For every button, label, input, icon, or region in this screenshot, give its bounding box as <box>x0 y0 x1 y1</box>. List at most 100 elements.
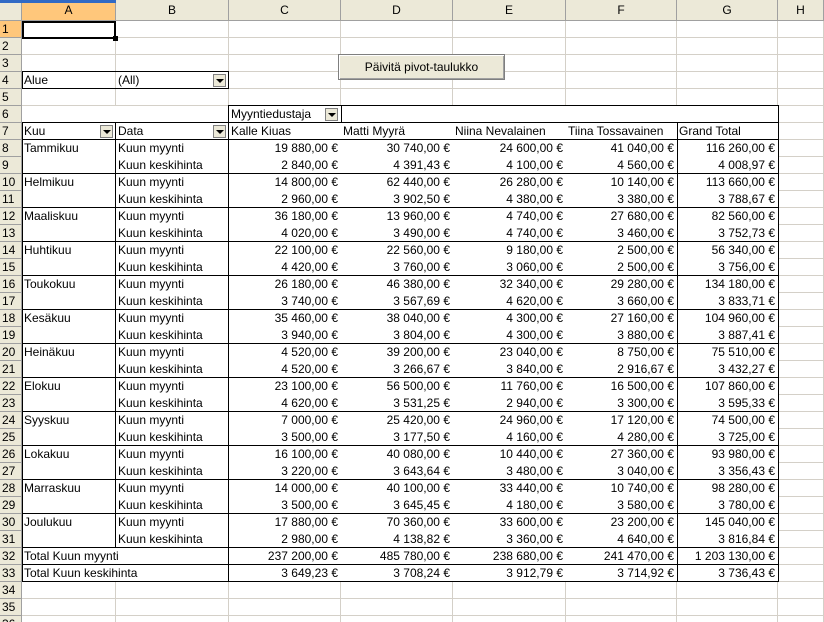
row-header-12[interactable]: 12 <box>0 208 22 225</box>
sales-value[interactable]: 40 100,00 € <box>341 480 453 497</box>
total-value[interactable]: 238 680,00 € <box>453 548 566 565</box>
month-label[interactable]: Elokuu <box>22 378 116 395</box>
data-label-avg[interactable]: Kuun keskihinta <box>116 463 229 480</box>
row-header-6[interactable]: 6 <box>0 106 22 123</box>
sales-value[interactable]: 134 180,00 € <box>677 276 778 293</box>
sales-value[interactable]: 17 880,00 € <box>229 514 341 531</box>
sales-value[interactable]: 23 100,00 € <box>229 378 341 395</box>
avg-value[interactable]: 3 940,00 € <box>229 327 341 344</box>
data-label-avg[interactable]: Kuun keskihinta <box>116 157 229 174</box>
avg-value[interactable]: 3 580,00 € <box>566 497 677 514</box>
sales-value[interactable]: 24 600,00 € <box>453 140 566 157</box>
data-label-avg[interactable]: Kuun keskihinta <box>116 293 229 310</box>
sales-value[interactable]: 70 360,00 € <box>341 514 453 531</box>
avg-value[interactable]: 3 780,00 € <box>677 497 778 514</box>
month-label[interactable]: Tammikuu <box>22 140 116 157</box>
avg-value[interactable]: 3 380,00 € <box>566 191 677 208</box>
sales-value[interactable]: 16 500,00 € <box>566 378 677 395</box>
sales-value[interactable]: 56 500,00 € <box>341 378 453 395</box>
column-header-f[interactable]: F <box>566 0 677 21</box>
row-header-9[interactable]: 9 <box>0 157 22 174</box>
data-label-avg[interactable]: Kuun keskihinta <box>116 259 229 276</box>
total-value[interactable]: 3 708,24 € <box>341 565 453 582</box>
avg-value[interactable]: 3 760,00 € <box>341 259 453 276</box>
refresh-pivot-button[interactable]: Päivitä pivot-taulukko <box>338 54 505 80</box>
data-label-avg[interactable]: Kuun keskihinta <box>116 429 229 446</box>
avg-value[interactable]: 4 560,00 € <box>566 157 677 174</box>
avg-value[interactable]: 4 740,00 € <box>453 225 566 242</box>
page-field-dropdown[interactable] <box>213 74 226 87</box>
data-label-sales[interactable]: Kuun myynti <box>116 446 229 463</box>
row-header-31[interactable]: 31 <box>0 531 22 548</box>
row-header-17[interactable]: 17 <box>0 293 22 310</box>
month-label[interactable]: Syyskuu <box>22 412 116 429</box>
active-cell[interactable] <box>22 21 118 41</box>
avg-value[interactable]: 3 643,64 € <box>341 463 453 480</box>
salesperson-header[interactable]: Grand Total <box>677 123 778 140</box>
row-header-35[interactable]: 35 <box>0 599 22 616</box>
row-header-36[interactable]: 36 <box>0 616 22 622</box>
sales-value[interactable]: 2 500,00 € <box>566 242 677 259</box>
avg-value[interactable]: 3 840,00 € <box>453 361 566 378</box>
avg-value[interactable]: 4 640,00 € <box>566 531 677 548</box>
avg-value[interactable]: 3 833,71 € <box>677 293 778 310</box>
avg-value[interactable]: 3 880,00 € <box>566 327 677 344</box>
kuu-dropdown[interactable] <box>100 125 113 138</box>
data-dropdown[interactable] <box>213 125 226 138</box>
avg-value[interactable]: 2 500,00 € <box>566 259 677 276</box>
row-header-7[interactable]: 7 <box>0 123 22 140</box>
sales-value[interactable]: 33 440,00 € <box>453 480 566 497</box>
avg-value[interactable]: 3 356,43 € <box>677 463 778 480</box>
spreadsheet[interactable]: A B C D E F G H 1 2 3 4 5 6 7 8 9 10 11 12 13 14 15 16 17 18 19 20 2… <box>0 0 824 622</box>
avg-value[interactable]: 3 531,25 € <box>341 395 453 412</box>
avg-value[interactable]: 4 420,00 € <box>229 259 341 276</box>
sales-value[interactable]: 27 680,00 € <box>566 208 677 225</box>
row-header-20[interactable]: 20 <box>0 344 22 361</box>
row-header-1[interactable]: 1 <box>0 21 22 38</box>
month-label[interactable]: Kesäkuu <box>22 310 116 327</box>
sales-value[interactable]: 4 740,00 € <box>453 208 566 225</box>
row-header-14[interactable]: 14 <box>0 242 22 259</box>
avg-value[interactable]: 4 138,82 € <box>341 531 453 548</box>
row-header-15[interactable]: 15 <box>0 259 22 276</box>
avg-value[interactable]: 3 500,00 € <box>229 429 341 446</box>
column-header-a[interactable]: A <box>22 0 116 21</box>
data-label-sales[interactable]: Kuun myynti <box>116 310 229 327</box>
row-header-22[interactable]: 22 <box>0 378 22 395</box>
sales-value[interactable]: 17 120,00 € <box>566 412 677 429</box>
avg-value[interactable]: 3 788,67 € <box>677 191 778 208</box>
data-label-avg[interactable]: Kuun keskihinta <box>116 531 229 548</box>
avg-value[interactable]: 3 740,00 € <box>229 293 341 310</box>
salesperson-header[interactable]: Matti Myyrä <box>341 123 453 140</box>
month-label[interactable]: Heinäkuu <box>22 344 116 361</box>
avg-value[interactable]: 3 480,00 € <box>453 463 566 480</box>
total-label[interactable]: Total Kuun myynti <box>22 548 229 565</box>
row-header-2[interactable]: 2 <box>0 38 22 55</box>
sales-value[interactable]: 10 440,00 € <box>453 446 566 463</box>
avg-value[interactable]: 3 816,84 € <box>677 531 778 548</box>
sales-value[interactable]: 4 520,00 € <box>229 344 341 361</box>
month-label[interactable]: Toukokuu <box>22 276 116 293</box>
page-field-label[interactable]: Alue <box>22 72 116 89</box>
row-header-26[interactable]: 26 <box>0 446 22 463</box>
row-header-3[interactable]: 3 <box>0 55 22 72</box>
sales-value[interactable]: 27 160,00 € <box>566 310 677 327</box>
month-label[interactable]: Joulukuu <box>22 514 116 531</box>
data-label-avg[interactable]: Kuun keskihinta <box>116 327 229 344</box>
data-label-avg[interactable]: Kuun keskihinta <box>116 497 229 514</box>
avg-value[interactable]: 3 490,00 € <box>341 225 453 242</box>
sales-value[interactable]: 145 040,00 € <box>677 514 778 531</box>
data-label-avg[interactable]: Kuun keskihinta <box>116 361 229 378</box>
row-header-11[interactable]: 11 <box>0 191 22 208</box>
sales-value[interactable]: 74 500,00 € <box>677 412 778 429</box>
data-label-avg[interactable]: Kuun keskihinta <box>116 225 229 242</box>
column-header-e[interactable]: E <box>453 0 566 21</box>
column-header-h[interactable]: H <box>778 0 824 21</box>
avg-value[interactable]: 3 902,50 € <box>341 191 453 208</box>
avg-value[interactable]: 3 645,45 € <box>341 497 453 514</box>
month-label[interactable]: Huhtikuu <box>22 242 116 259</box>
sales-value[interactable]: 8 750,00 € <box>566 344 677 361</box>
month-label[interactable]: Lokakuu <box>22 446 116 463</box>
total-value[interactable]: 1 203 130,00 € <box>677 548 778 565</box>
avg-value[interactable]: 4 391,43 € <box>341 157 453 174</box>
